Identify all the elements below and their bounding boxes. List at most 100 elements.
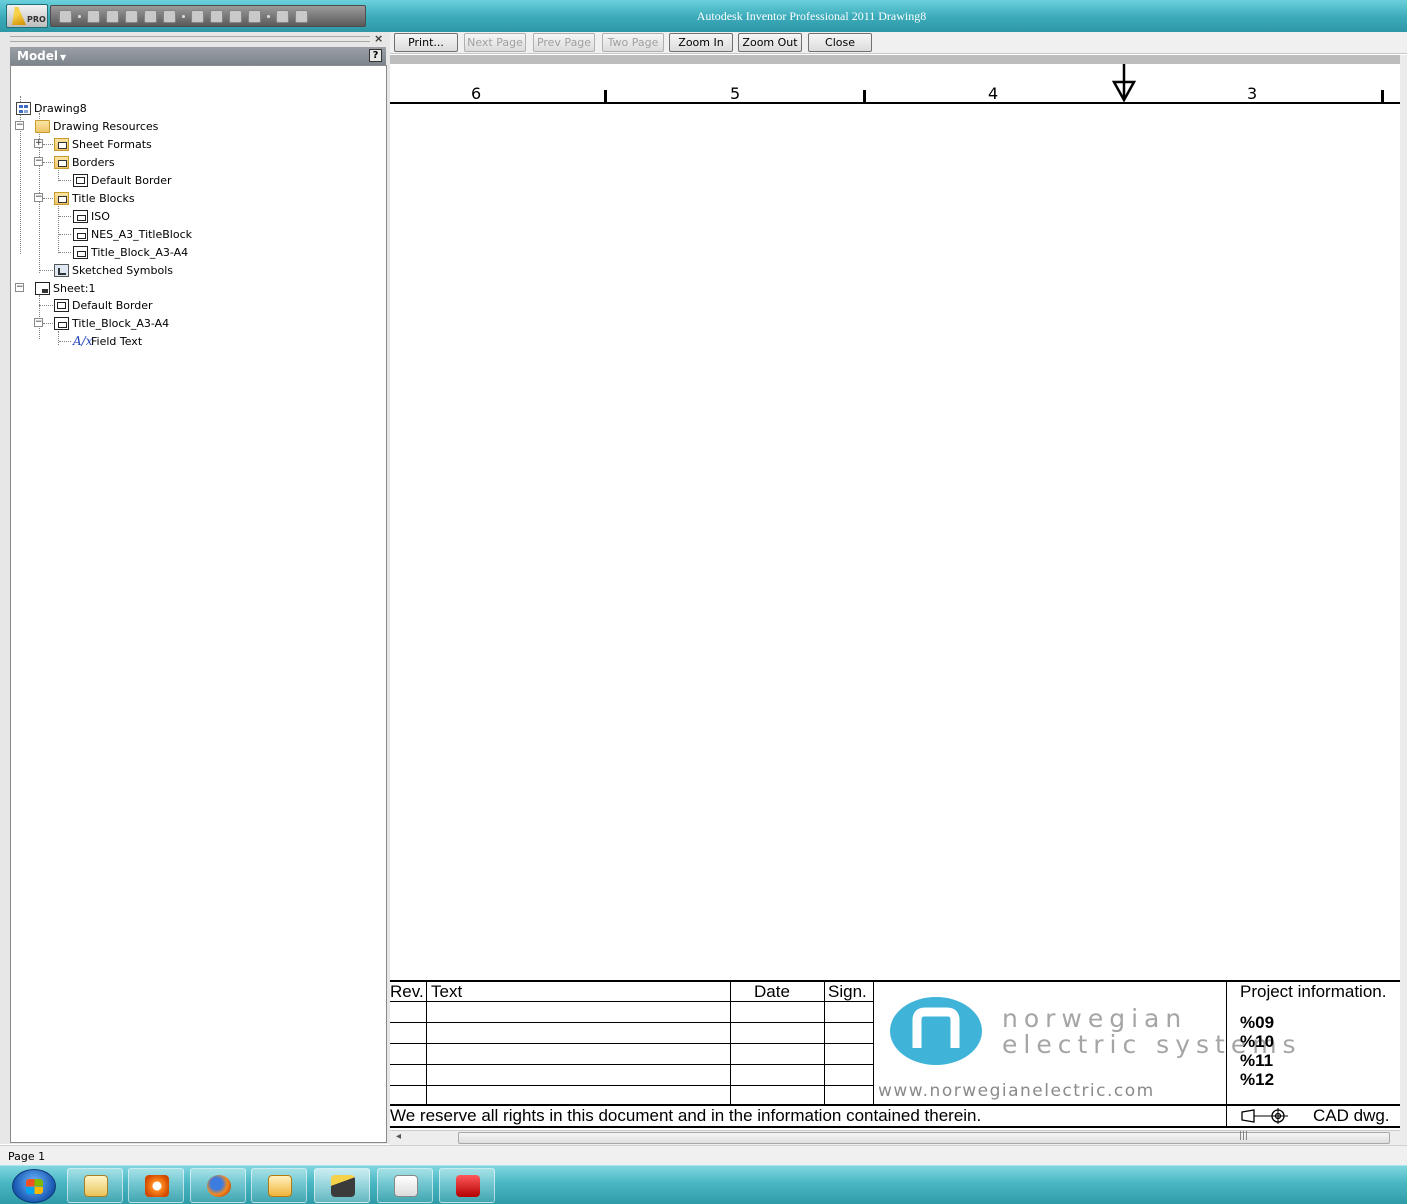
horizontal-scrollbar[interactable]: ◂ ||| — [390, 1130, 1400, 1145]
taskbar-acrobat-button[interactable] — [439, 1168, 495, 1203]
scroll-left-arrow-icon[interactable]: ◂ — [396, 1131, 401, 1142]
tree-connector — [59, 216, 71, 217]
preview-separator — [390, 55, 1400, 64]
tree-connector — [39, 270, 53, 271]
panel-grip[interactable] — [10, 36, 370, 42]
start-button-icon[interactable] — [12, 1169, 56, 1203]
title-block-icon — [73, 245, 88, 259]
tree-item-borders[interactable]: Borders — [54, 154, 115, 170]
tree-item-title-block-a3-a4-resource[interactable]: Title_Block_A3-A4 — [73, 244, 188, 260]
tree-item-sheet-formats[interactable]: Sheet Formats — [54, 136, 152, 152]
tree-item-drawing-resources[interactable]: Drawing Resources — [35, 118, 158, 134]
tree-item-sheet-1[interactable]: Sheet:1 — [35, 280, 96, 296]
taskbar-explorer-button[interactable] — [67, 1168, 123, 1203]
project-field: %11 — [1240, 1051, 1274, 1070]
project-field: %10 — [1240, 1032, 1275, 1051]
border-icon — [54, 298, 69, 312]
zone-border-line — [390, 102, 1400, 104]
rev-header: Rev. — [390, 982, 424, 1001]
cad-dwg-label: CAD dwg. — [1313, 1106, 1390, 1125]
file-explorer-icon — [84, 1175, 108, 1197]
title-block: Rev. Text Date Sign. norwegian electric … — [390, 980, 1400, 1130]
zone-label: 5 — [730, 84, 741, 103]
status-page-indicator: Page 1 — [8, 1150, 46, 1163]
tb-rule — [390, 1126, 1400, 1128]
tree-connector — [43, 323, 53, 324]
inventor-app-icon — [331, 1175, 355, 1197]
tb-rule — [390, 1043, 873, 1044]
tree-item-nes-a3-titleblock[interactable]: NES_A3_TitleBlock — [73, 226, 192, 242]
drawing-sheet-preview[interactable]: 6 5 4 3 Rev. Text Date Sign. norwegian e… — [390, 64, 1400, 1130]
acrobat-icon — [456, 1175, 480, 1197]
centering-arrow-icon — [1112, 64, 1136, 102]
sign-header: Sign. — [828, 982, 867, 1001]
zone-label: 3 — [1247, 84, 1258, 103]
tree-item-field-text[interactable]: A/x Field Text — [73, 333, 142, 349]
collapse-toggle-icon[interactable]: − — [34, 157, 43, 166]
folder-icon — [35, 119, 50, 133]
zoom-out-button[interactable]: Zoom Out — [738, 33, 802, 52]
taskbar-firefox-button[interactable] — [190, 1168, 246, 1203]
print-preview-toolbar: Print... Next Page Prev Page Two Page Zo… — [390, 32, 1407, 54]
collapse-toggle-icon[interactable]: − — [34, 318, 43, 327]
tree-item-drawing8[interactable]: Drawing8 — [16, 100, 87, 116]
title-block-icon — [73, 209, 88, 223]
tb-rule — [390, 1022, 873, 1023]
tree-item-default-border-resource[interactable]: Default Border — [73, 172, 172, 188]
taskbar-inventor-button[interactable] — [314, 1168, 370, 1203]
tb-rule — [824, 980, 825, 1105]
tree-item-default-border[interactable]: Default Border — [54, 297, 153, 313]
collapse-toggle-icon[interactable]: − — [15, 121, 24, 130]
model-tree: − + − − − − Drawing8 Drawing Resources S… — [10, 65, 387, 1143]
prev-page-button[interactable]: Prev Page — [533, 33, 595, 52]
title-blocks-folder-icon — [54, 191, 69, 205]
window-right-edge — [1400, 55, 1407, 1145]
browser-header[interactable]: Model ▼ ? — [10, 47, 386, 65]
tree-item-title-blocks[interactable]: Title Blocks — [54, 190, 135, 206]
next-page-button[interactable]: Next Page — [464, 33, 526, 52]
rights-notice: We reserve all rights in this document a… — [390, 1106, 982, 1125]
tree-item-iso[interactable]: ISO — [73, 208, 110, 224]
collapse-toggle-icon[interactable]: − — [15, 283, 24, 292]
taskbar-media-player-button[interactable] — [128, 1168, 184, 1203]
chevron-down-icon[interactable]: ▼ — [60, 53, 66, 62]
tree-item-title-block-a3-a4[interactable]: Title_Block_A3-A4 — [54, 315, 169, 331]
close-panel-icon[interactable]: × — [374, 32, 383, 45]
projection-symbol-icon — [1241, 1108, 1288, 1124]
tb-rule — [390, 1001, 873, 1002]
expand-toggle-icon[interactable]: + — [34, 139, 43, 148]
collapse-toggle-icon[interactable]: − — [34, 193, 43, 202]
tree-connector — [58, 203, 59, 253]
project-information-label: Project information. — [1240, 982, 1387, 1001]
sheet-icon — [35, 281, 50, 295]
scroll-grip-icon: ||| — [1239, 1131, 1249, 1141]
help-document-icon — [394, 1175, 418, 1197]
norwegian-electric-logo-icon — [890, 997, 982, 1065]
scrollbar-thumb[interactable]: ||| — [458, 1131, 1390, 1144]
print-button[interactable]: Print... — [394, 33, 458, 52]
tree-connector — [59, 341, 71, 342]
text-header: Text — [431, 982, 463, 1001]
taskbar-help-button[interactable] — [377, 1168, 433, 1203]
company-website: www.norwegianelectric.com — [878, 1081, 1155, 1101]
tb-rule — [873, 980, 874, 1105]
help-icon[interactable]: ? — [369, 49, 382, 62]
tb-rule — [390, 1085, 873, 1086]
tree-connector — [59, 180, 71, 181]
firefox-icon — [207, 1175, 231, 1197]
sketched-symbols-folder-icon — [54, 263, 69, 277]
browser-title: Model — [17, 49, 59, 63]
border-icon — [73, 173, 88, 187]
sheet-formats-folder-icon — [54, 137, 69, 151]
field-text-icon: A/x — [73, 333, 93, 348]
two-page-button[interactable]: Two Page — [602, 33, 664, 52]
tree-item-sketched-symbols[interactable]: Sketched Symbols — [54, 262, 173, 278]
zoom-in-button[interactable]: Zoom In — [669, 33, 733, 52]
zone-label: 4 — [988, 84, 999, 103]
windows-taskbar — [0, 1165, 1407, 1204]
taskbar-mail-button[interactable] — [251, 1168, 307, 1203]
tree-connector — [43, 162, 53, 163]
tree-connector — [39, 305, 53, 306]
close-preview-button[interactable]: Close — [808, 33, 872, 52]
tb-rule — [390, 1064, 873, 1065]
